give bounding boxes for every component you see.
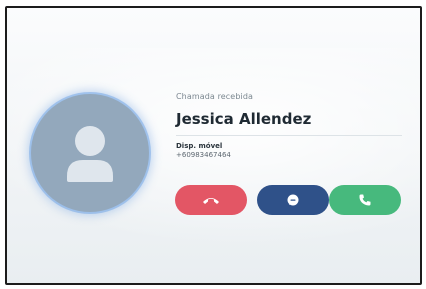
divider <box>176 135 402 136</box>
incoming-call-screen: Chamada recebida Jessica Allendez Disp. … <box>5 6 422 285</box>
accept-call-button[interactable] <box>329 185 401 215</box>
caller-avatar <box>31 94 149 212</box>
hang-up-icon <box>203 198 219 204</box>
call-status-label: Chamada recebida <box>176 92 254 101</box>
decline-call-button[interactable] <box>175 185 247 215</box>
phone-icon <box>359 194 371 206</box>
person-icon <box>67 126 113 182</box>
caller-name: Jessica Allendez <box>176 110 312 128</box>
message-button[interactable] <box>257 185 329 215</box>
message-icon <box>287 194 299 206</box>
phone-type-label: Disp. móvel <box>176 142 223 150</box>
caller-info: Chamada recebida Jessica Allendez Disp. … <box>176 92 406 159</box>
phone-number: +60983467464 <box>176 151 231 159</box>
